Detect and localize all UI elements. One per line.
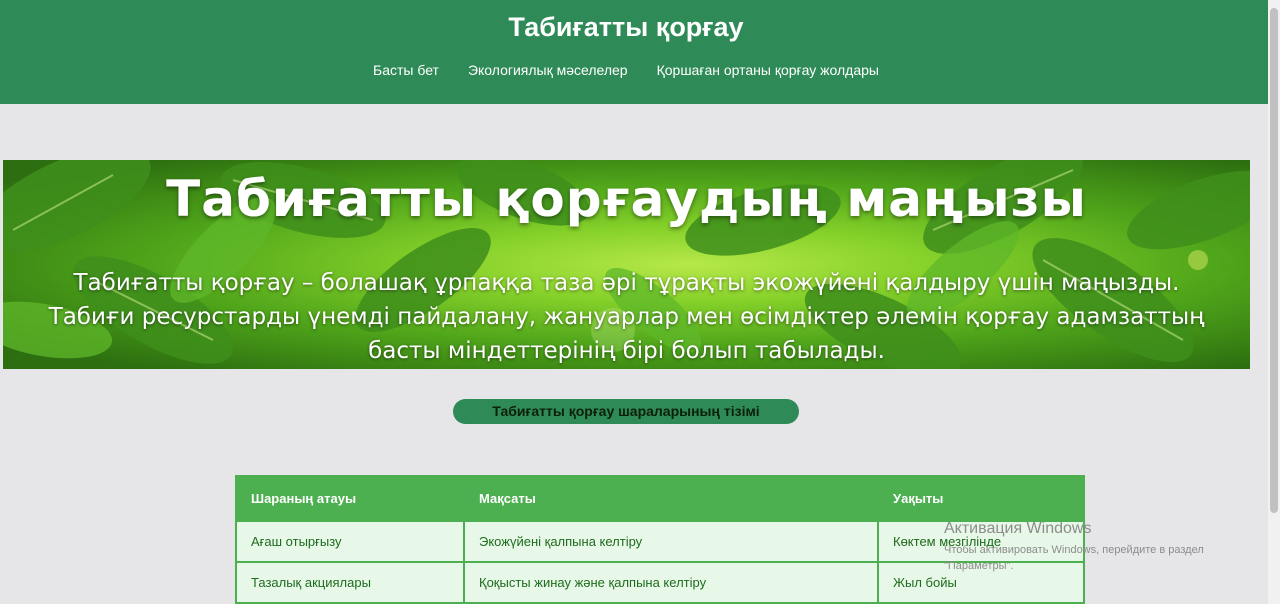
column-header-time: Уақыты <box>877 475 1085 522</box>
hero-title: Табиғатты қорғаудың маңызы <box>166 170 1087 228</box>
nav-link-home[interactable]: Басты бет <box>373 62 439 78</box>
table-header-row: Шараның атауы Мақсаты Уақыты <box>235 475 1085 522</box>
measures-list-button[interactable]: Табиғатты қорғау шараларының тізімі <box>453 399 799 424</box>
column-header-goal: Мақсаты <box>463 475 879 522</box>
watermark-subtitle: Чтобы активировать Windows, перейдите в … <box>944 544 1204 572</box>
table-cell: Ағаш отырғызу <box>235 520 465 563</box>
nav-link-ecological-problems[interactable]: Экологиялық мәселелер <box>468 62 628 78</box>
windows-activation-watermark: Активация Windows Чтобы активировать Win… <box>944 520 1244 574</box>
watermark-title: Активация Windows <box>944 520 1092 537</box>
site-title: Табиғатты қорғау <box>508 12 744 42</box>
table-cell: Тазалық акциялары <box>235 561 465 604</box>
hero-description: Табиғатты қорғау – болашақ ұрпаққа таза … <box>48 270 1205 364</box>
hero-banner: Табиғатты қорғаудың маңызы Табиғатты қор… <box>3 160 1250 369</box>
scrollbar-thumb[interactable] <box>1270 8 1278 513</box>
main-nav: Басты бет Экологиялық мәселелер Қоршаған… <box>0 62 1252 78</box>
nav-link-protection-ways[interactable]: Қоршаған ортаны қорғау жолдары <box>657 62 879 78</box>
table-cell: Қоқысты жинау және қалпына келтіру <box>463 561 879 604</box>
page-scrollbar[interactable] <box>1268 0 1280 604</box>
column-header-name: Шараның атауы <box>235 475 465 522</box>
table-cell: Экожүйені қалпына келтіру <box>463 520 879 563</box>
site-header: Табиғатты қорғау Басты бет Экологиялық м… <box>0 0 1268 104</box>
